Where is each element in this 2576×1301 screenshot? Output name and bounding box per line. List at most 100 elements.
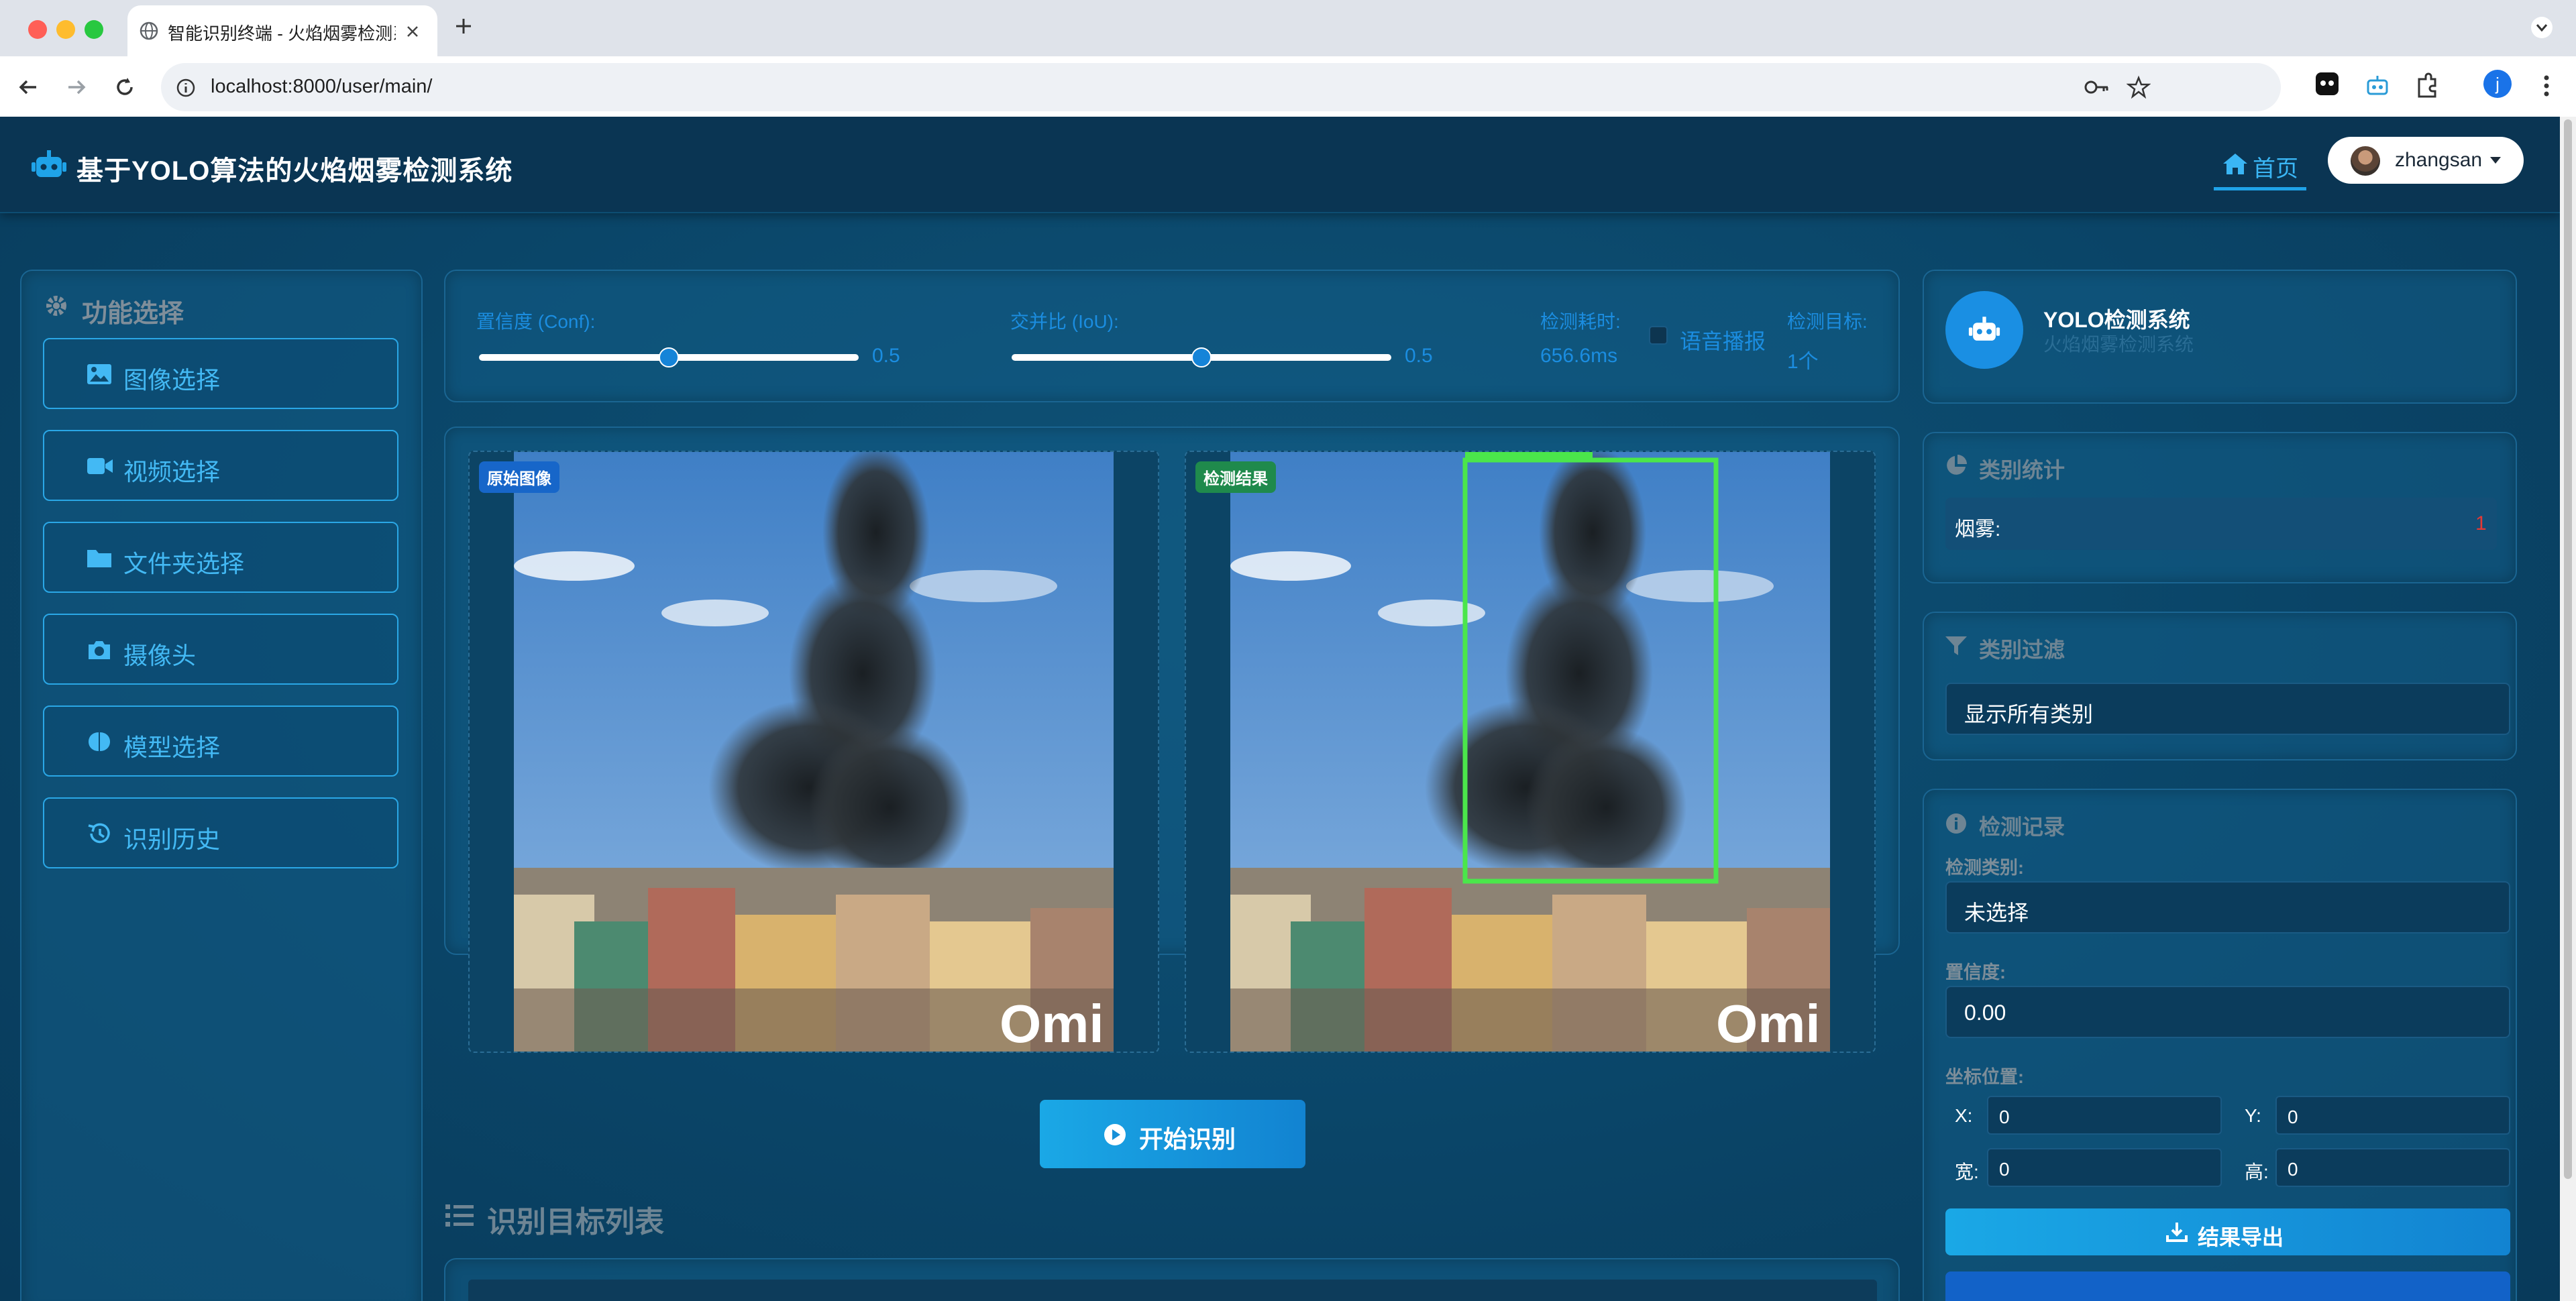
robot-extension-icon[interactable] (2363, 71, 2392, 101)
maximize-window-button[interactable] (85, 20, 103, 39)
export-results-button[interactable]: 结果导出 (1945, 1208, 2510, 1255)
system-avatar (1945, 291, 2023, 369)
result-watermark-text: Omi (1716, 994, 1821, 1053)
history-button[interactable]: 识别历史 (43, 797, 398, 868)
puzzle-extensions-icon[interactable] (2412, 71, 2442, 101)
camera-icon (89, 641, 110, 659)
x-value: 0 (1999, 1107, 2010, 1127)
class-filter-select[interactable]: 显示所有类别 (1945, 683, 2510, 735)
height-value: 0 (2288, 1159, 2298, 1180)
history-icon (88, 823, 110, 844)
video-select-label: 视频选择 (123, 458, 221, 486)
system-subtitle: 火焰烟雾检测系统 (2043, 334, 2194, 355)
stat-class-name: 烟雾: (1955, 518, 2001, 541)
play-circle-icon (1104, 1124, 1126, 1145)
list-icon (445, 1204, 474, 1227)
iou-label: 交并比 (IoU): (1010, 311, 1119, 332)
start-detection-label: 开始识别 (1139, 1125, 1236, 1153)
user-menu[interactable]: zhangsan (2328, 137, 2524, 184)
width-field[interactable]: 0 (1987, 1148, 2222, 1187)
target-list-header-row (468, 1280, 1877, 1301)
camera-button[interactable]: 摄像头 (43, 614, 398, 685)
browser-chrome: 智能识别终端 - 火焰烟雾检测系统 localhost:8000/user/ma… (0, 0, 2576, 117)
filter-icon (1945, 636, 1967, 655)
close-tab-icon[interactable] (405, 24, 420, 39)
secondary-action-button[interactable] (1945, 1271, 2510, 1301)
browser-tab[interactable]: 智能识别终端 - 火焰烟雾检测系统 (127, 5, 437, 56)
system-info-panel: YOLO检测系统 火焰烟雾检测系统 (1923, 270, 2517, 404)
browser-toolbar: localhost:8000/user/main/ j (0, 56, 2576, 117)
height-field[interactable]: 0 (2275, 1148, 2510, 1187)
sidebar: 功能选择 图像选择 视频选择 文件夹选择 摄像头 模型选择 识别历史 (20, 270, 423, 1301)
time-value: 656.6ms (1540, 345, 1618, 367)
controls-panel: 置信度 (Conf): 0.5 交并比 (IoU): 0.5 检测耗时: 656… (444, 270, 1900, 402)
extension-icon[interactable] (2316, 72, 2339, 95)
profile-avatar[interactable]: j (2483, 70, 2512, 98)
bookmark-star-icon[interactable] (2127, 75, 2151, 99)
record-class-value: 未选择 (1964, 901, 2029, 925)
y-label: Y: (2245, 1105, 2261, 1126)
x-field[interactable]: 0 (1987, 1096, 2222, 1135)
smoke-scene-image: Omi (514, 452, 1114, 1053)
width-value: 0 (1999, 1159, 2010, 1180)
robot-logo-icon (32, 150, 66, 177)
y-value: 0 (2288, 1107, 2298, 1127)
username: zhangsan (2395, 149, 2483, 171)
conf-slider[interactable] (479, 347, 859, 367)
conf-label: 置信度 (Conf): (476, 311, 596, 332)
height-label: 高: (2245, 1162, 2269, 1182)
tab-search-chevron-icon[interactable] (2530, 16, 2553, 39)
stat-row: 烟雾: 1 (1945, 498, 2497, 550)
new-tab-icon[interactable] (453, 16, 474, 36)
watermark-text: Omi (1000, 994, 1104, 1053)
class-stats-panel: 类别统计 烟雾: 1 (1923, 432, 2517, 583)
detection-record-title: 检测记录 (1979, 815, 2065, 839)
original-image: Omi (514, 452, 1114, 1053)
close-window-button[interactable] (28, 20, 47, 39)
app-header: 基于YOLO算法的火焰烟雾检测系统 首页 zhangsan (0, 117, 2560, 213)
globe-icon (140, 21, 158, 40)
iou-slider-handle[interactable] (1191, 347, 1212, 367)
minimize-window-button[interactable] (56, 20, 75, 39)
voice-checkbox[interactable] (1649, 326, 1668, 345)
image-select-label: 图像选择 (123, 366, 221, 394)
pie-chart-icon (1947, 455, 1967, 475)
download-icon (2166, 1223, 2188, 1242)
record-conf-field[interactable]: 0.00 (1945, 986, 2510, 1038)
password-key-icon[interactable] (2084, 76, 2110, 98)
class-stats-title: 类别统计 (1979, 458, 2065, 482)
page-scrollbar[interactable] (2560, 117, 2576, 1301)
target-count-value: 1个 (1787, 351, 1819, 373)
original-image-frame: Omi 原始图像 (468, 451, 1159, 1053)
model-select-button[interactable]: 模型选择 (43, 705, 398, 777)
gear-icon (46, 296, 66, 316)
folder-select-button[interactable]: 文件夹选择 (43, 522, 398, 593)
class-filter-panel: 类别过滤 显示所有类别 (1923, 612, 2517, 760)
site-info-icon[interactable] (176, 78, 196, 98)
conf-slider-handle[interactable] (659, 347, 679, 367)
menu-dots-icon[interactable] (2532, 71, 2561, 101)
scrollbar-thumb[interactable] (2564, 119, 2572, 1179)
voice-label: 语音播报 (1680, 329, 1766, 353)
robot-icon (1968, 317, 2000, 341)
iou-slider[interactable] (1012, 347, 1391, 367)
sidebar-heading: 功能选择 (82, 300, 184, 328)
detection-record-panel: 检测记录 检测类别: 未选择 置信度: 0.00 坐标位置: X: 0 Y: 0… (1923, 789, 2517, 1301)
target-list-title: 识别目标列表 (487, 1206, 664, 1239)
reload-icon[interactable] (110, 72, 140, 102)
class-filter-value: 显示所有类别 (1964, 702, 2094, 726)
forward-icon[interactable] (62, 72, 91, 102)
record-class-field[interactable]: 未选择 (1945, 881, 2510, 934)
record-conf-value: 0.00 (1964, 1001, 2006, 1025)
video-select-button[interactable]: 视频选择 (43, 430, 398, 501)
stat-class-count: 1 (2475, 512, 2487, 534)
app-page: 基于YOLO算法的火焰烟雾检测系统 首页 zhangsan 功能选择 图像选择 … (0, 117, 2560, 1301)
result-image: Omi (1230, 452, 1830, 1053)
nav-home-link[interactable]: 首页 (2214, 144, 2306, 190)
address-bar[interactable]: localhost:8000/user/main/ (161, 63, 2281, 111)
y-field[interactable]: 0 (2275, 1096, 2510, 1135)
image-select-button[interactable]: 图像选择 (43, 338, 398, 409)
start-detection-button[interactable]: 开始识别 (1040, 1100, 1305, 1168)
back-icon[interactable] (13, 72, 43, 102)
info-circle-icon (1946, 813, 1966, 834)
